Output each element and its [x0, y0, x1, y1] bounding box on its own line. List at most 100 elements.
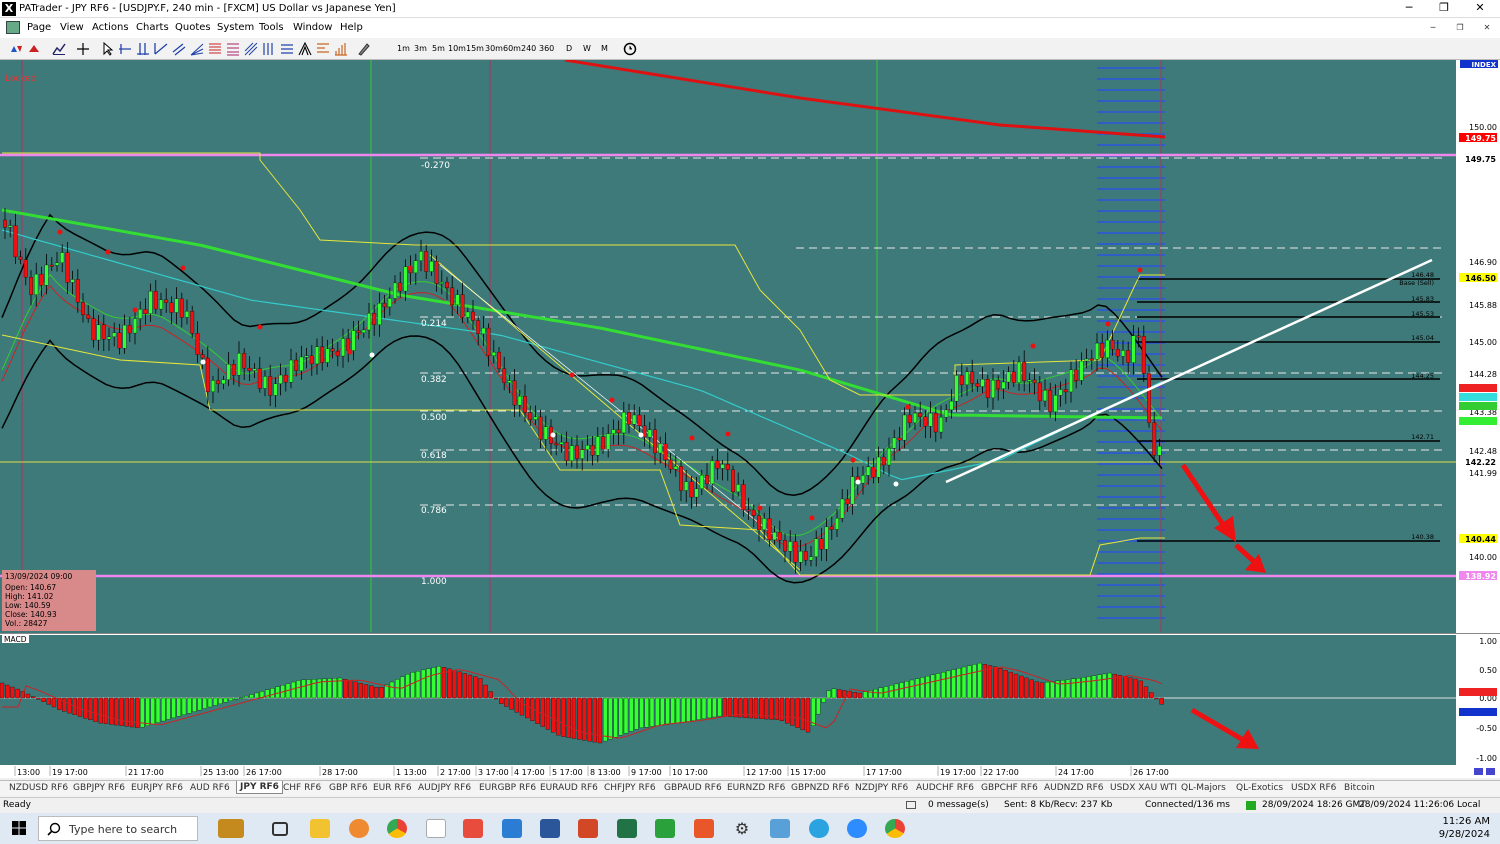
- fib-time-icon[interactable]: [334, 42, 348, 56]
- app-icon-orange[interactable]: [349, 819, 369, 838]
- menu-actions[interactable]: Actions: [92, 22, 129, 33]
- tab-gbpaud-rf6[interactable]: GBPAUD RF6: [664, 783, 722, 793]
- tab-chf-rf6[interactable]: CHF RF6: [283, 783, 321, 793]
- vertical-line-icon[interactable]: [136, 42, 150, 56]
- pitchfork-icon[interactable]: [298, 42, 312, 56]
- macd-bar: [296, 680, 301, 699]
- tab-eurgbp-rf6[interactable]: EURGBP RF6: [479, 783, 536, 793]
- menu-quotes[interactable]: Quotes: [175, 22, 211, 33]
- menu-help[interactable]: Help: [340, 22, 363, 33]
- chart-page-icon[interactable]: [6, 21, 20, 34]
- price-chart[interactable]: Locked -0.270 0.214 0.382 0.500 0.618 0.…: [0, 58, 1500, 778]
- timeframe-3m[interactable]: 3m: [414, 44, 427, 53]
- remote-desktop-icon[interactable]: [770, 819, 790, 838]
- excel-icon[interactable]: [617, 819, 637, 838]
- tab-usdx-xau-wti[interactable]: USDX XAU WTI: [1110, 783, 1177, 793]
- tab-gbpjpy-rf6[interactable]: GBPJPY RF6: [73, 783, 125, 793]
- task-view-icon[interactable]: [272, 822, 288, 836]
- timeframe-1m[interactable]: 1m: [397, 44, 410, 53]
- telegram-icon[interactable]: [809, 819, 829, 838]
- chart-type-icon[interactable]: [52, 42, 66, 56]
- menu-charts[interactable]: Charts: [136, 22, 169, 33]
- tab-euraud-rf6[interactable]: EURAUD RF6: [540, 783, 598, 793]
- maximize-button[interactable]: ❐: [1429, 0, 1459, 18]
- status-messages[interactable]: 0 message(s): [928, 800, 989, 810]
- fan-icon[interactable]: [190, 42, 204, 56]
- chrome-icon-2[interactable]: [885, 819, 905, 838]
- clock-icon[interactable]: [623, 42, 637, 56]
- app-icon-s-red[interactable]: [463, 819, 483, 838]
- settings-icon[interactable]: ⚙: [732, 819, 752, 838]
- windows-start-icon[interactable]: [12, 821, 26, 835]
- buy-sell-icon[interactable]: [9, 42, 23, 56]
- timeframe-240[interactable]: 240: [521, 44, 536, 53]
- order-icon[interactable]: [27, 42, 41, 56]
- levels-icon[interactable]: [280, 42, 294, 56]
- crosshair-icon[interactable]: [76, 42, 90, 56]
- minimize-button[interactable]: ─: [1394, 0, 1424, 18]
- fibonacci-icon[interactable]: [208, 42, 222, 56]
- tab-eurjpy-rf6[interactable]: EURJPY RF6: [131, 783, 183, 793]
- tab-usdx-rf6[interactable]: USDX RF6: [1291, 783, 1336, 793]
- menu-view[interactable]: View: [60, 22, 84, 33]
- system-clock[interactable]: 11:26 AM 9/28/2024: [1439, 815, 1490, 841]
- cycle-lines-icon[interactable]: [262, 42, 276, 56]
- tab-eur-rf6[interactable]: EUR RF6: [373, 783, 412, 793]
- envelope-icon[interactable]: [906, 801, 916, 809]
- timeframe-w[interactable]: W: [583, 44, 591, 53]
- tab-audchf-rf6[interactable]: AUDCHF RF6: [916, 783, 974, 793]
- timeframe-360[interactable]: 360: [539, 44, 554, 53]
- fib-extension-icon[interactable]: [226, 42, 240, 56]
- tab-gbpchf-rf6[interactable]: GBPCHF RF6: [981, 783, 1038, 793]
- file-explorer-icon[interactable]: [310, 819, 330, 838]
- timeframe-10m[interactable]: 10m: [448, 44, 466, 53]
- word-icon[interactable]: [540, 819, 560, 838]
- close-button[interactable]: ✕: [1465, 0, 1495, 18]
- menu-page[interactable]: Page: [27, 22, 51, 33]
- tab-audjpy-rf6[interactable]: AUDJPY RF6: [418, 783, 471, 793]
- gann-icon[interactable]: [244, 42, 258, 56]
- text-tool-icon[interactable]: [316, 42, 330, 56]
- menu-window[interactable]: Window: [293, 22, 332, 33]
- pointer-icon[interactable]: [101, 42, 115, 56]
- tab-eurnzd-rf6[interactable]: EURNZD RF6: [727, 783, 785, 793]
- tab-chfjpy-rf6[interactable]: CHFJPY RF6: [604, 783, 656, 793]
- scale-icon[interactable]: [1486, 768, 1495, 775]
- timeframe-m[interactable]: M: [601, 44, 608, 53]
- tab-aud-rf6[interactable]: AUD RF6: [190, 783, 230, 793]
- tab-audnzd-rf6[interactable]: AUDNZD RF6: [1044, 783, 1104, 793]
- zoom-app-icon[interactable]: [847, 819, 867, 838]
- powerpoint-icon[interactable]: [578, 819, 598, 838]
- tab-ql-majors[interactable]: QL-Majors: [1181, 783, 1226, 793]
- app-icon-s-blue[interactable]: [502, 819, 522, 838]
- trendline-icon[interactable]: [154, 42, 168, 56]
- app-icon-c-orange[interactable]: [694, 819, 714, 838]
- chart-area[interactable]: Locked -0.270 0.214 0.382 0.500 0.618 0.…: [0, 58, 1500, 778]
- zoom-icon[interactable]: [1474, 768, 1483, 775]
- patrader-icon[interactable]: [426, 819, 446, 838]
- menu-system[interactable]: System: [217, 22, 254, 33]
- pencil-icon[interactable]: [357, 42, 371, 56]
- timeframe-15m[interactable]: 15m: [466, 44, 484, 53]
- channel-icon[interactable]: [172, 42, 186, 56]
- child-minimize-button[interactable]: ─: [1424, 22, 1442, 34]
- tab-nzdusd-rf6[interactable]: NZDUSD RF6: [9, 783, 68, 793]
- tab-gbp-rf6[interactable]: GBP RF6: [329, 783, 368, 793]
- timeframe-d[interactable]: D: [566, 44, 572, 53]
- chrome-icon[interactable]: [387, 819, 407, 838]
- horizontal-line-icon[interactable]: [118, 42, 132, 56]
- briefcase-icon[interactable]: [218, 819, 244, 838]
- app-icon-c-green[interactable]: [655, 819, 675, 838]
- tab-ql-exotics[interactable]: QL-Exotics: [1236, 783, 1283, 793]
- timeframe-30m[interactable]: 30m: [485, 44, 503, 53]
- menu-tools[interactable]: Tools: [259, 22, 284, 33]
- timeframe-60m[interactable]: 60m: [503, 44, 521, 53]
- taskbar-search[interactable]: Type here to search: [38, 816, 198, 841]
- tab-nzdjpy-rf6[interactable]: NZDJPY RF6: [855, 783, 908, 793]
- tab-jpy-rf6[interactable]: JPY RF6: [236, 781, 283, 794]
- tab-gbpnzd-rf6[interactable]: GBPNZD RF6: [791, 783, 849, 793]
- timeframe-5m[interactable]: 5m: [432, 44, 445, 53]
- child-restore-button[interactable]: ❐: [1451, 22, 1469, 34]
- tab-bitcoin[interactable]: Bitcoin: [1344, 783, 1375, 793]
- child-close-button[interactable]: ✕: [1478, 22, 1496, 34]
